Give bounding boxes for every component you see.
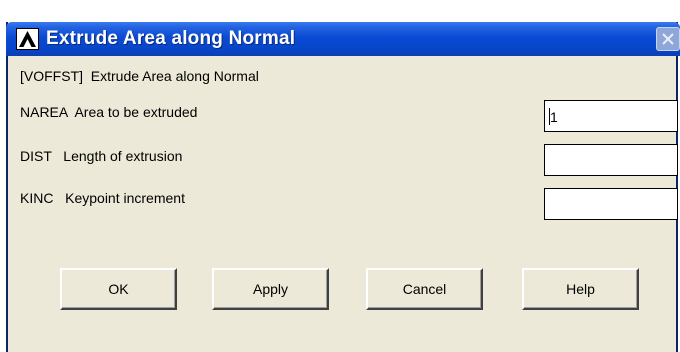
kinc-label: KINC Keypoint increment — [20, 190, 185, 206]
window-title: Extrude Area along Normal — [46, 28, 296, 49]
ansys-logo-icon — [16, 28, 39, 50]
help-button[interactable]: Help — [522, 268, 639, 310]
apply-button[interactable]: Apply — [212, 268, 329, 310]
narea-input[interactable]: 1 — [544, 100, 678, 132]
dist-label: DIST Length of extrusion — [20, 148, 183, 164]
kinc-input[interactable] — [544, 188, 678, 220]
ok-button[interactable]: OK — [60, 268, 177, 310]
title-bar[interactable]: Extrude Area along Normal — [6, 22, 680, 56]
narea-label: NAREA Area to be extruded — [20, 104, 198, 120]
command-label: [VOFFST] Extrude Area along Normal — [20, 68, 259, 84]
close-icon — [662, 33, 674, 45]
narea-value: 1 — [550, 109, 558, 125]
close-button[interactable] — [656, 27, 680, 51]
cancel-button[interactable]: Cancel — [366, 268, 483, 310]
dist-input[interactable] — [544, 144, 678, 176]
